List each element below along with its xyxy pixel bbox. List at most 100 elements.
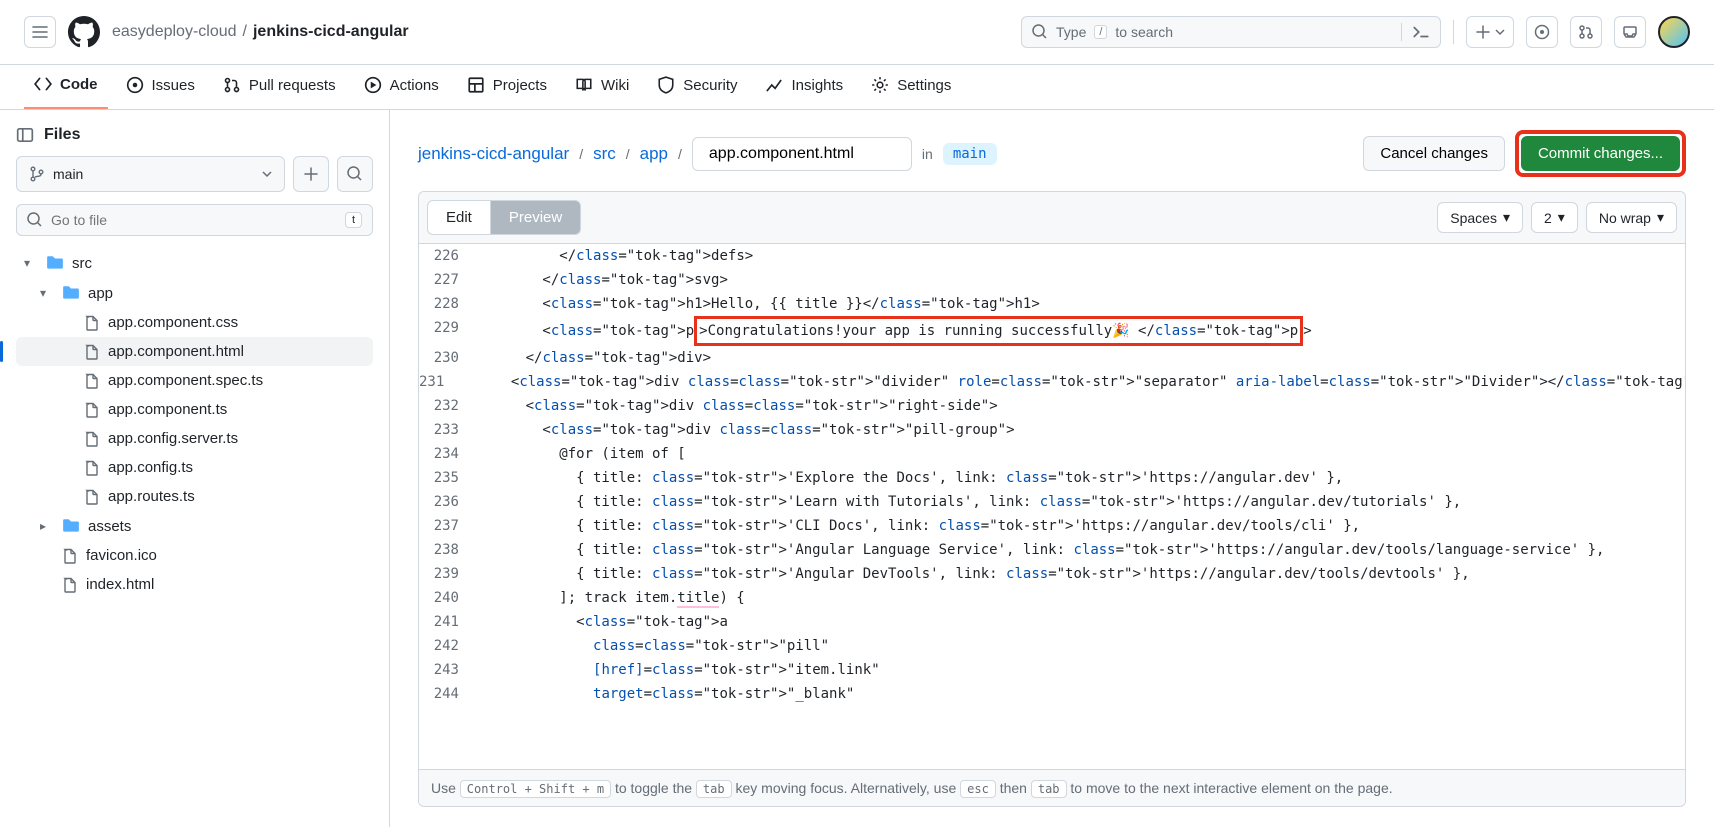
code-line[interactable]: 233 <class="tok-tag">div class=class="to… (419, 418, 1685, 442)
file-icon (84, 344, 100, 360)
code-line[interactable]: 238 { title: class="tok-str">'Angular La… (419, 538, 1685, 562)
line-number: 230 (419, 346, 475, 370)
nav-tab-pr[interactable]: Pull requests (213, 65, 346, 109)
search-placeholder-post: to search (1115, 24, 1173, 40)
code-line[interactable]: 231 <class="tok-tag">div class=class="to… (419, 370, 1685, 394)
path-src[interactable]: src (593, 144, 616, 164)
code-text: { title: class="tok-str">'CLI Docs', lin… (475, 514, 1685, 538)
code-line[interactable]: 235 { title: class="tok-str">'Explore th… (419, 466, 1685, 490)
owner-link[interactable]: easydeploy-cloud (112, 23, 237, 41)
tree-file[interactable]: index.html (16, 570, 373, 599)
code-text: </class="tok-tag">svg> (475, 268, 1685, 292)
tree-folder[interactable]: ▾src (16, 248, 373, 278)
path-repo[interactable]: jenkins-cicd-angular (418, 144, 569, 164)
nav-tab-code[interactable]: Code (24, 65, 108, 109)
repo-nav: CodeIssuesPull requestsActionsProjectsWi… (0, 65, 1714, 110)
nav-tab-projects[interactable]: Projects (457, 65, 557, 109)
code-line[interactable]: 237 { title: class="tok-str">'CLI Docs',… (419, 514, 1685, 538)
in-label: in (922, 146, 933, 162)
code-line[interactable]: 226 </class="tok-tag">defs> (419, 244, 1685, 268)
pull-requests-shortcut-button[interactable] (1570, 16, 1602, 48)
code-line[interactable]: 242 class=class="tok-str">"pill" (419, 634, 1685, 658)
code-text: ]; track item.title) { (475, 586, 1685, 610)
user-avatar[interactable] (1658, 16, 1690, 48)
tree-file[interactable]: app.component.spec.ts (16, 366, 373, 395)
repo-breadcrumb: easydeploy-cloud / jenkins-cicd-angular (112, 23, 409, 41)
code-line[interactable]: 243 [href]=class="tok-str">"item.link" (419, 658, 1685, 682)
code-line[interactable]: 239 { title: class="tok-str">'Angular De… (419, 562, 1685, 586)
folder-icon (46, 254, 64, 272)
nav-tab-settings[interactable]: Settings (861, 65, 961, 109)
tree-folder[interactable]: ▸assets (16, 511, 373, 541)
inbox-button[interactable] (1614, 16, 1646, 48)
file-icon (84, 402, 100, 418)
tree-file[interactable]: favicon.ico (16, 541, 373, 570)
branch-selector[interactable]: main (16, 156, 285, 192)
go-to-file-field[interactable] (51, 212, 337, 228)
cancel-button[interactable]: Cancel changes (1363, 136, 1505, 171)
editor-footer-hint: Use Control + Shift + m to toggle the ta… (419, 769, 1685, 806)
file-icon (84, 431, 100, 447)
code-line[interactable]: 240 ]; track item.title) { (419, 586, 1685, 610)
tree-file[interactable]: app.component.ts (16, 395, 373, 424)
code-line[interactable]: 229 <class="tok-tag">p>Congratulations!y… (419, 316, 1685, 346)
main-area: Files main t ▾src▾appapp.component.cssap… (0, 110, 1714, 827)
search-files-button[interactable] (337, 156, 373, 192)
nav-tab-actions[interactable]: Actions (354, 65, 449, 109)
search-input[interactable]: Type / to search (1021, 16, 1441, 48)
code-line[interactable]: 236 { title: class="tok-str">'Learn with… (419, 490, 1685, 514)
code-text: { title: class="tok-str">'Explore the Do… (475, 466, 1685, 490)
nav-tab-issues[interactable]: Issues (116, 65, 205, 109)
code-editor[interactable]: 226 </class="tok-tag">defs>227 </class="… (419, 244, 1685, 769)
code-line[interactable]: 241 <class="tok-tag">a (419, 610, 1685, 634)
settings-icon (871, 76, 889, 94)
indent-selector[interactable]: Spaces▾ (1437, 202, 1523, 233)
tree-file[interactable]: app.config.ts (16, 453, 373, 482)
path-app[interactable]: app (640, 144, 668, 164)
github-logo[interactable] (68, 16, 100, 48)
tab-edit[interactable]: Edit (427, 200, 491, 235)
code-line[interactable]: 228 <class="tok-tag">h1>Hello, {{ title … (419, 292, 1685, 316)
filename-input[interactable] (692, 137, 912, 171)
editor-toolbar: Edit Preview Spaces▾ 2▾ No wrap▾ (419, 192, 1685, 244)
go-to-file-input[interactable]: t (16, 204, 373, 236)
search-icon (1032, 24, 1048, 40)
wrap-selector[interactable]: No wrap▾ (1586, 202, 1677, 233)
chevron-down-icon: ▾ (40, 286, 54, 300)
code-text: </class="tok-tag">defs> (475, 244, 1685, 268)
nav-tab-security[interactable]: Security (647, 65, 747, 109)
tree-file[interactable]: app.component.css (16, 308, 373, 337)
tab-preview[interactable]: Preview (491, 200, 581, 235)
file-sidebar: Files main t ▾src▾appapp.component.cssap… (0, 110, 390, 827)
tree-file[interactable]: app.config.server.ts (16, 424, 373, 453)
app-header: easydeploy-cloud / jenkins-cicd-angular … (0, 0, 1714, 65)
commit-changes-button[interactable]: Commit changes... (1521, 136, 1680, 171)
code-line[interactable]: 234 @for (item of [ (419, 442, 1685, 466)
code-line[interactable]: 227 </class="tok-tag">svg> (419, 268, 1685, 292)
line-number: 240 (419, 586, 475, 610)
code-line[interactable]: 244 target=class="tok-str">"_blank" (419, 682, 1685, 706)
tree-file[interactable]: app.component.html (16, 337, 373, 366)
nav-tab-wiki[interactable]: Wiki (565, 65, 639, 109)
tree-folder[interactable]: ▾app (16, 278, 373, 308)
file-icon (84, 489, 100, 505)
code-line[interactable]: 230 </class="tok-tag">div> (419, 346, 1685, 370)
editor-box: Edit Preview Spaces▾ 2▾ No wrap▾ 226 </c… (418, 191, 1686, 807)
panel-collapse-icon[interactable] (16, 126, 34, 144)
code-text: @for (item of [ (475, 442, 1685, 466)
indent-size-selector[interactable]: 2▾ (1531, 202, 1578, 233)
create-new-button[interactable] (1466, 16, 1514, 48)
file-icon (84, 460, 100, 476)
issues-shortcut-button[interactable] (1526, 16, 1558, 48)
add-file-button[interactable] (293, 156, 329, 192)
code-text: </class="tok-tag">div> (475, 346, 1685, 370)
repo-link[interactable]: jenkins-cicd-angular (253, 23, 409, 41)
code-line[interactable]: 232 <class="tok-tag">div class=class="to… (419, 394, 1685, 418)
line-number: 233 (419, 418, 475, 442)
line-number: 226 (419, 244, 475, 268)
chevron-down-icon: ▾ (24, 256, 38, 270)
tree-file[interactable]: app.routes.ts (16, 482, 373, 511)
menu-button[interactable] (24, 16, 56, 48)
command-palette-icon[interactable] (1401, 23, 1430, 41)
nav-tab-insights[interactable]: Insights (755, 65, 853, 109)
